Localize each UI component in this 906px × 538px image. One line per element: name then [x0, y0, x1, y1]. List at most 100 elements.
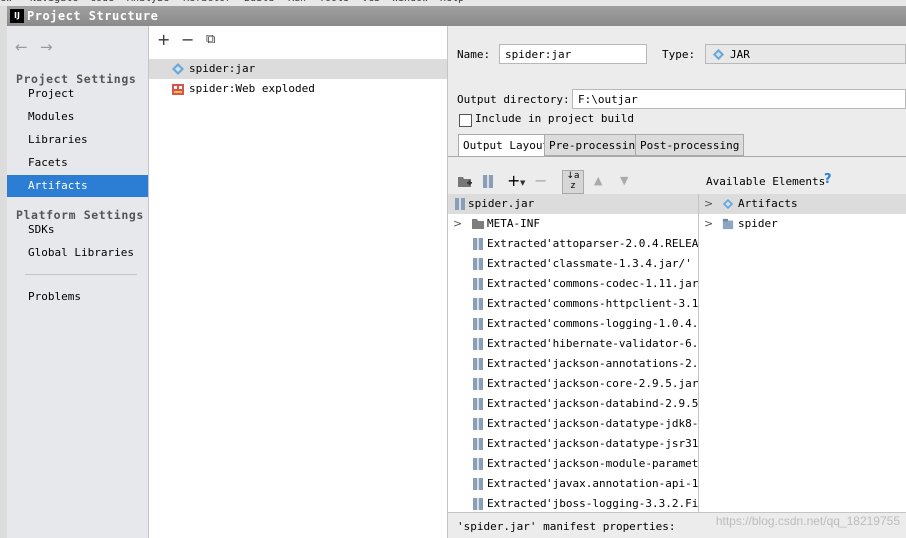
- ide-menu-item[interactable]: Code: [90, 0, 114, 4]
- nav-item-facets[interactable]: Facets: [7, 152, 148, 174]
- extracted-row[interactable]: Extracted'jackson-datatype-jdk8-2.: [448, 414, 698, 434]
- archive-icon: [473, 358, 483, 370]
- help-icon[interactable]: ?: [824, 172, 832, 187]
- extracted-prefix: Extracted: [487, 297, 547, 310]
- artifacts-icon: [722, 198, 734, 210]
- available-elements-tree: > Artifacts > spider: [699, 194, 906, 512]
- add-artifact-button[interactable]: +: [157, 30, 170, 49]
- ide-menu-item[interactable]: Window: [392, 0, 428, 4]
- extracted-row[interactable]: Extracted'javax.annotation-api-1.3: [448, 474, 698, 494]
- archive-icon: [473, 458, 483, 470]
- dialog-titlebar[interactable]: IJ Project Structure: [7, 6, 906, 26]
- extracted-row[interactable]: Extracted'commons-httpclient-3.1.j: [448, 294, 698, 314]
- archive-icon: [473, 278, 483, 290]
- chevron-right-icon[interactable]: >: [704, 194, 713, 214]
- archive-icon: [473, 378, 483, 390]
- extracted-row[interactable]: Extracted'jboss-logging-3.3.2.Fina: [448, 494, 698, 512]
- add-dropdown-icon[interactable]: ▼: [520, 179, 525, 187]
- nav-separator: [25, 274, 137, 275]
- extracted-prefix: Extracted: [487, 477, 547, 490]
- available-artifacts-label: Artifacts: [738, 197, 798, 210]
- tab-post-processing[interactable]: Post-processing: [635, 134, 745, 156]
- extracted-row[interactable]: Extracted'attoparser-2.0.4.RELEASE: [448, 234, 698, 254]
- remove-artifact-button[interactable]: −: [181, 30, 194, 49]
- ide-menu-item[interactable]: Build: [244, 0, 274, 4]
- extracted-archive-name: 'jackson-annotations-2.9.: [546, 357, 699, 370]
- tab-pre-processing[interactable]: Pre-processing: [544, 134, 647, 156]
- extracted-row[interactable]: Extracted'hibernate-validator-6.0.: [448, 334, 698, 354]
- extracted-row[interactable]: Extracted'jackson-module-parameter: [448, 454, 698, 474]
- artifact-item-spider-jar[interactable]: spider:jar: [149, 59, 447, 79]
- nav-item-modules[interactable]: Modules: [7, 106, 148, 128]
- ide-menu-item[interactable]: Navigate: [30, 0, 78, 4]
- tree-row-root[interactable]: spider.jar: [448, 194, 698, 214]
- copy-artifact-button[interactable]: ⧉: [206, 32, 215, 47]
- artifact-item-spider-web-exploded[interactable]: spider:Web exploded: [149, 79, 447, 99]
- settings-nav: ← → Project Settings Project Modules Lib…: [7, 26, 149, 538]
- dialog-title: Project Structure: [27, 9, 159, 23]
- nav-item-problems[interactable]: Problems: [7, 286, 148, 308]
- manifest-properties-label: 'spider.jar' manifest properties:: [457, 520, 676, 533]
- extracted-row[interactable]: Extracted'jackson-core-2.9.5.jar/': [448, 374, 698, 394]
- extracted-row[interactable]: Extracted'jackson-datatype-jsr310-: [448, 434, 698, 454]
- back-arrow-icon[interactable]: ←: [15, 38, 28, 56]
- extracted-prefix: Extracted: [487, 417, 547, 430]
- chevron-right-icon[interactable]: >: [704, 214, 713, 234]
- archive-icon: [473, 418, 483, 430]
- extracted-archive-name: 'jackson-core-2.9.5.jar/': [546, 377, 699, 390]
- chevron-right-icon[interactable]: >: [453, 214, 462, 234]
- nav-item-artifacts[interactable]: Artifacts: [7, 175, 148, 197]
- available-row-spider[interactable]: > spider: [699, 214, 906, 234]
- archive-icon[interactable]: [482, 174, 494, 189]
- new-folder-icon[interactable]: [457, 175, 472, 188]
- extracted-archive-name: 'attoparser-2.0.4.RELEASE: [546, 237, 699, 250]
- nav-item-sdks[interactable]: SDKs: [7, 219, 148, 241]
- include-in-build-checkbox[interactable]: [459, 114, 472, 127]
- extracted-row[interactable]: Extracted'jackson-databind-2.9.5.j: [448, 394, 698, 414]
- extracted-row[interactable]: Extracted'classmate-1.3.4.jar/' (C: [448, 254, 698, 274]
- available-row-artifacts[interactable]: > Artifacts: [699, 194, 906, 214]
- extracted-prefix: Extracted: [487, 397, 547, 410]
- archive-icon: [473, 258, 483, 270]
- archive-icon: [473, 298, 483, 310]
- ide-menu-item[interactable]: VCS: [362, 0, 380, 4]
- ide-menu-item[interactable]: Help: [440, 0, 464, 4]
- available-spider-label: spider: [738, 217, 778, 230]
- add-element-button[interactable]: +: [507, 171, 520, 190]
- move-up-button[interactable]: ▲: [594, 174, 602, 187]
- extracted-prefix: Extracted: [487, 277, 547, 290]
- type-value: JAR: [730, 48, 750, 61]
- jar-icon: [712, 48, 725, 61]
- artifact-item-label: spider:jar: [189, 62, 256, 75]
- archive-icon: [455, 198, 465, 210]
- archive-icon: [473, 318, 483, 330]
- remove-element-button[interactable]: −: [534, 171, 547, 190]
- nav-item-global-libraries[interactable]: Global Libraries: [7, 242, 148, 264]
- extracted-row[interactable]: Extracted'commons-logging-1.0.4.ja: [448, 314, 698, 334]
- extracted-row[interactable]: Extracted'commons-codec-1.11.jar/': [448, 274, 698, 294]
- ide-menu-item[interactable]: Refactor: [183, 0, 231, 4]
- extracted-archive-name: 'commons-httpclient-3.1.j: [546, 297, 699, 310]
- archive-icon: [473, 478, 483, 490]
- output-directory-field[interactable]: F:\outjar: [572, 89, 906, 109]
- move-down-button[interactable]: ▼: [620, 174, 628, 187]
- web-exploded-icon: [172, 84, 184, 95]
- nav-item-project[interactable]: Project: [7, 83, 148, 105]
- name-field[interactable]: spider:jar: [499, 44, 647, 64]
- ide-menu-item[interactable]: Run: [288, 0, 306, 4]
- ide-menu-item[interactable]: Analyze: [127, 0, 169, 4]
- ide-menu-item[interactable]: Tools: [319, 0, 349, 4]
- forward-arrow-icon[interactable]: →: [40, 38, 53, 56]
- tabs-divider: [448, 156, 906, 157]
- extracted-prefix: Extracted: [487, 257, 547, 270]
- artifact-detail-panel: Name: spider:jar Type: JAR Output direct…: [448, 26, 906, 538]
- extracted-row[interactable]: Extracted'jackson-annotations-2.9.: [448, 354, 698, 374]
- tree-row-folder[interactable]: > META-INF: [448, 214, 698, 234]
- nav-item-libraries[interactable]: Libraries: [7, 129, 148, 151]
- intellij-logo-icon: IJ: [10, 9, 24, 23]
- sort-elements-button[interactable]: ↓a z: [562, 170, 584, 194]
- ide-menu-item[interactable]: ew: [0, 0, 12, 4]
- tab-output-layout[interactable]: Output Layout: [458, 134, 555, 157]
- type-select[interactable]: JAR: [705, 44, 906, 64]
- extracted-prefix: Extracted: [487, 497, 547, 510]
